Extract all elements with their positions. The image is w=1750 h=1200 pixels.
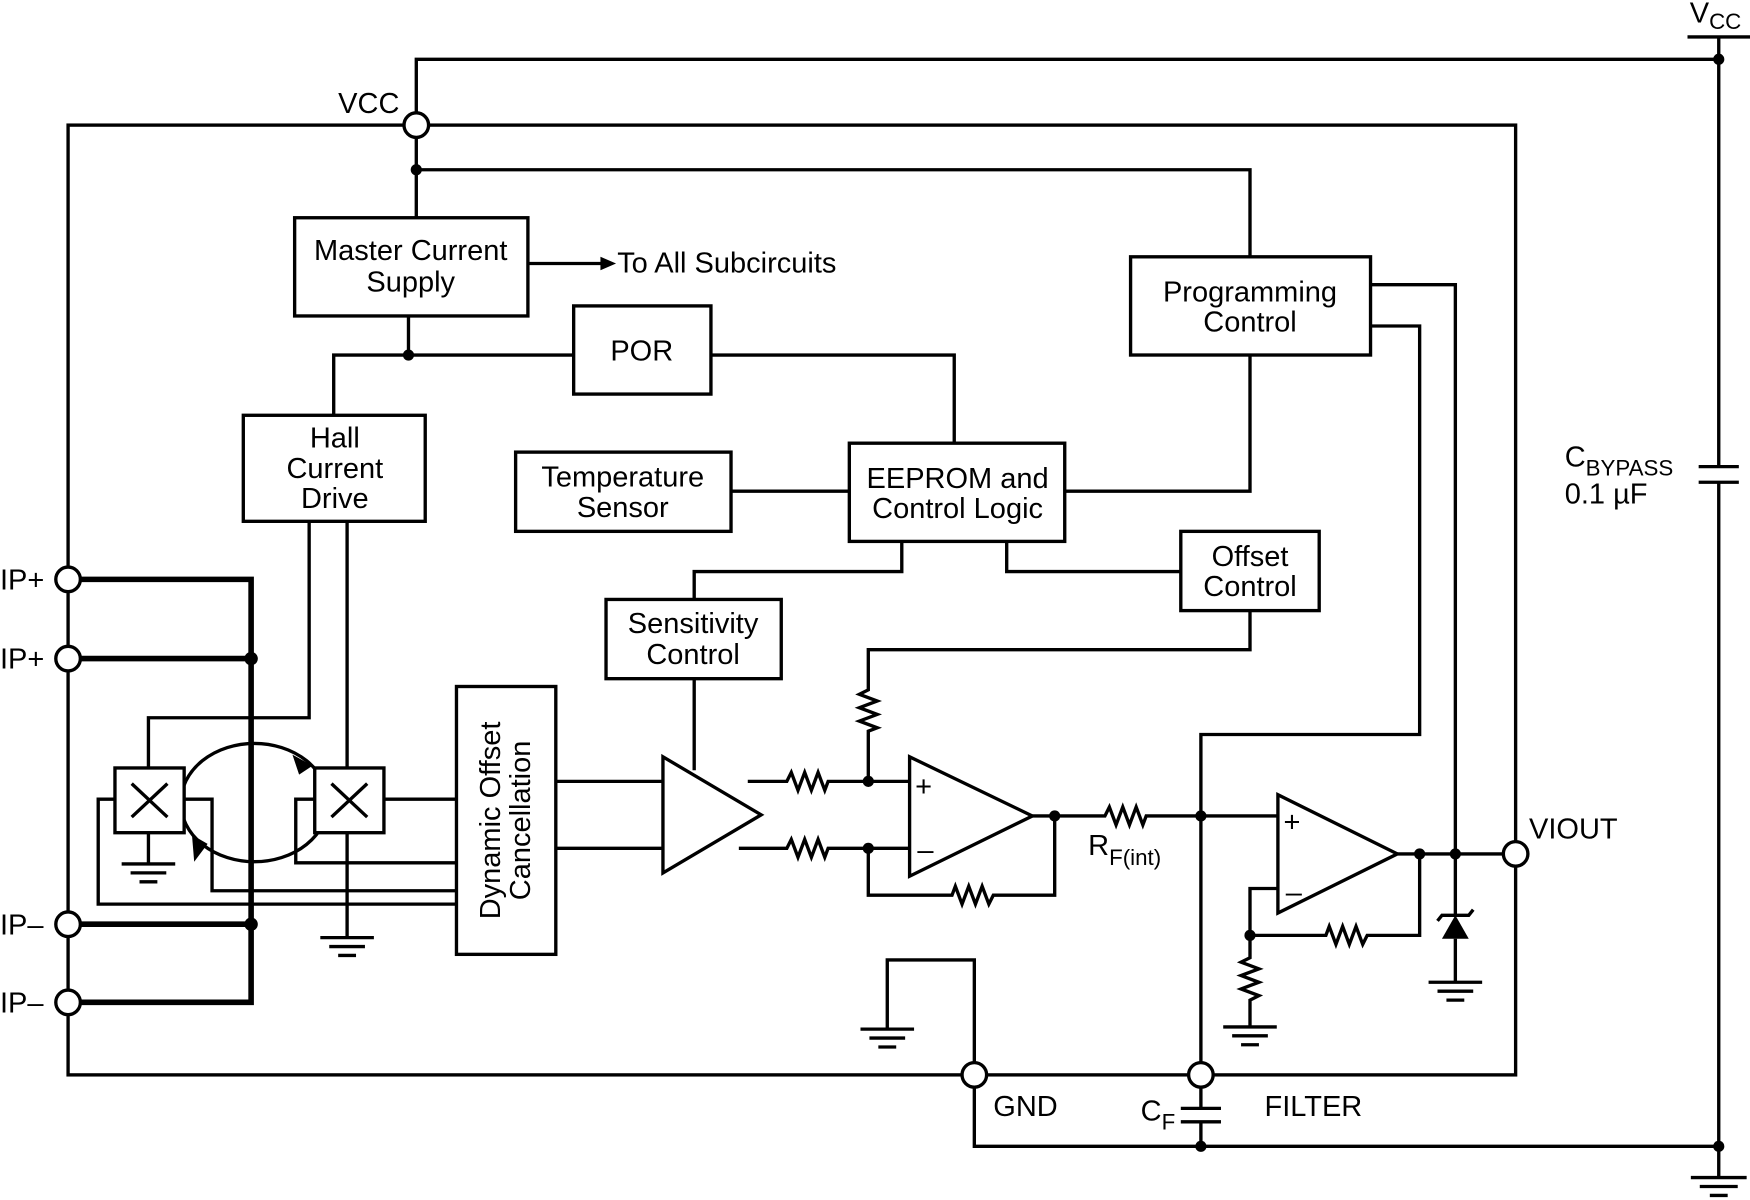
master-current-supply-block: Master Current Supply <box>292 216 530 318</box>
gnd-pin <box>960 1060 989 1089</box>
vcc-pin-label: VCC <box>338 88 399 120</box>
signal-amplifier <box>661 753 765 876</box>
svg-text:Master Current: Master Current <box>314 235 507 267</box>
ip-plus-label: IP+ <box>0 644 44 676</box>
cbypass-label: CBYPASS <box>1565 442 1674 481</box>
opamp2-plus: + <box>1283 807 1300 839</box>
svg-text:Offset: Offset <box>1212 541 1289 573</box>
gnd-label: GND <box>993 1091 1057 1123</box>
ground-icon <box>121 862 176 884</box>
ip-minus-label: IP– <box>0 987 44 1019</box>
eeprom-control-logic-block: EEPROM and Control Logic <box>847 441 1067 544</box>
hall-element-right <box>313 766 386 835</box>
rf-resistor <box>1032 802 1278 830</box>
svg-text:Temperature: Temperature <box>541 462 704 494</box>
to-all-subcircuits-label: To All Subcircuits <box>617 247 836 279</box>
programming-control-block: Programming Control <box>1128 255 1373 357</box>
svg-text:Current: Current <box>286 453 383 485</box>
input-resistor <box>747 767 910 796</box>
offset-control-block: Offset Control <box>1179 529 1321 613</box>
cbypass-value: 0.1 µF <box>1565 478 1648 510</box>
ground-icon <box>1690 1175 1747 1198</box>
svg-text:POR: POR <box>610 336 673 368</box>
ground-icon <box>1428 980 1483 1002</box>
ip-plus-pin-2 <box>54 644 83 673</box>
vcc-pin <box>402 111 431 140</box>
temperature-sensor-block: Temperature Sensor <box>513 450 733 534</box>
svg-text:Supply: Supply <box>366 266 455 298</box>
ip-minus-pin-1 <box>54 910 83 939</box>
svg-text:Cancellation: Cancellation <box>505 741 537 901</box>
viout-label: VIOUT <box>1529 813 1618 845</box>
svg-text:Sensor: Sensor <box>577 492 669 524</box>
hall-current-drive-block: Hall Current Drive <box>241 413 427 523</box>
cf-label: CF <box>1141 1096 1176 1135</box>
por-block: POR <box>571 304 713 396</box>
opamp2-minus: – <box>1286 877 1303 909</box>
offset-resistor <box>854 686 883 782</box>
svg-text:Drive: Drive <box>301 483 369 515</box>
ip-plus-pin-1 <box>54 565 83 594</box>
ground-icon <box>860 1027 915 1049</box>
rf-label: RF(int) <box>1088 830 1161 870</box>
vcc-supply-label: VCC <box>1690 0 1742 34</box>
magnetic-field-loop-icon <box>179 741 330 864</box>
opamp1-minus: – <box>917 834 934 866</box>
ip-plus-label: IP+ <box>0 564 44 596</box>
ground-icon <box>320 935 374 958</box>
ip-minus-label: IP– <box>0 909 44 941</box>
dynamic-offset-cancellation-block: Dynamic Offset Cancellation <box>454 684 558 957</box>
svg-text:Control: Control <box>1203 571 1297 603</box>
gain-ground-resistor <box>1236 935 1264 1027</box>
ground-icon <box>1223 1025 1277 1047</box>
svg-text:EEPROM and: EEPROM and <box>867 463 1049 495</box>
current-sensor-block-diagram: + – + – Master Current Supply To All Sub… <box>0 0 1750 1198</box>
ip-minus-pin-2 <box>54 988 83 1017</box>
input-resistor <box>738 834 910 863</box>
svg-text:Hall: Hall <box>310 423 360 455</box>
svg-text:Control: Control <box>1203 307 1297 339</box>
viout-pin <box>1501 839 1530 868</box>
filter-label: FILTER <box>1265 1091 1363 1123</box>
filter-pin <box>1186 1060 1215 1089</box>
svg-text:Programming: Programming <box>1163 276 1337 308</box>
svg-text:Control Logic: Control Logic <box>872 493 1043 525</box>
zener-diode-icon <box>1436 908 1475 983</box>
opamp1-plus: + <box>915 771 932 803</box>
sensitivity-control-block: Sensitivity Control <box>604 597 783 681</box>
svg-text:Dynamic Offset: Dynamic Offset <box>475 722 507 920</box>
hall-element-left <box>113 766 186 835</box>
svg-text:Control: Control <box>646 639 740 671</box>
svg-text:Sensitivity: Sensitivity <box>628 608 759 640</box>
